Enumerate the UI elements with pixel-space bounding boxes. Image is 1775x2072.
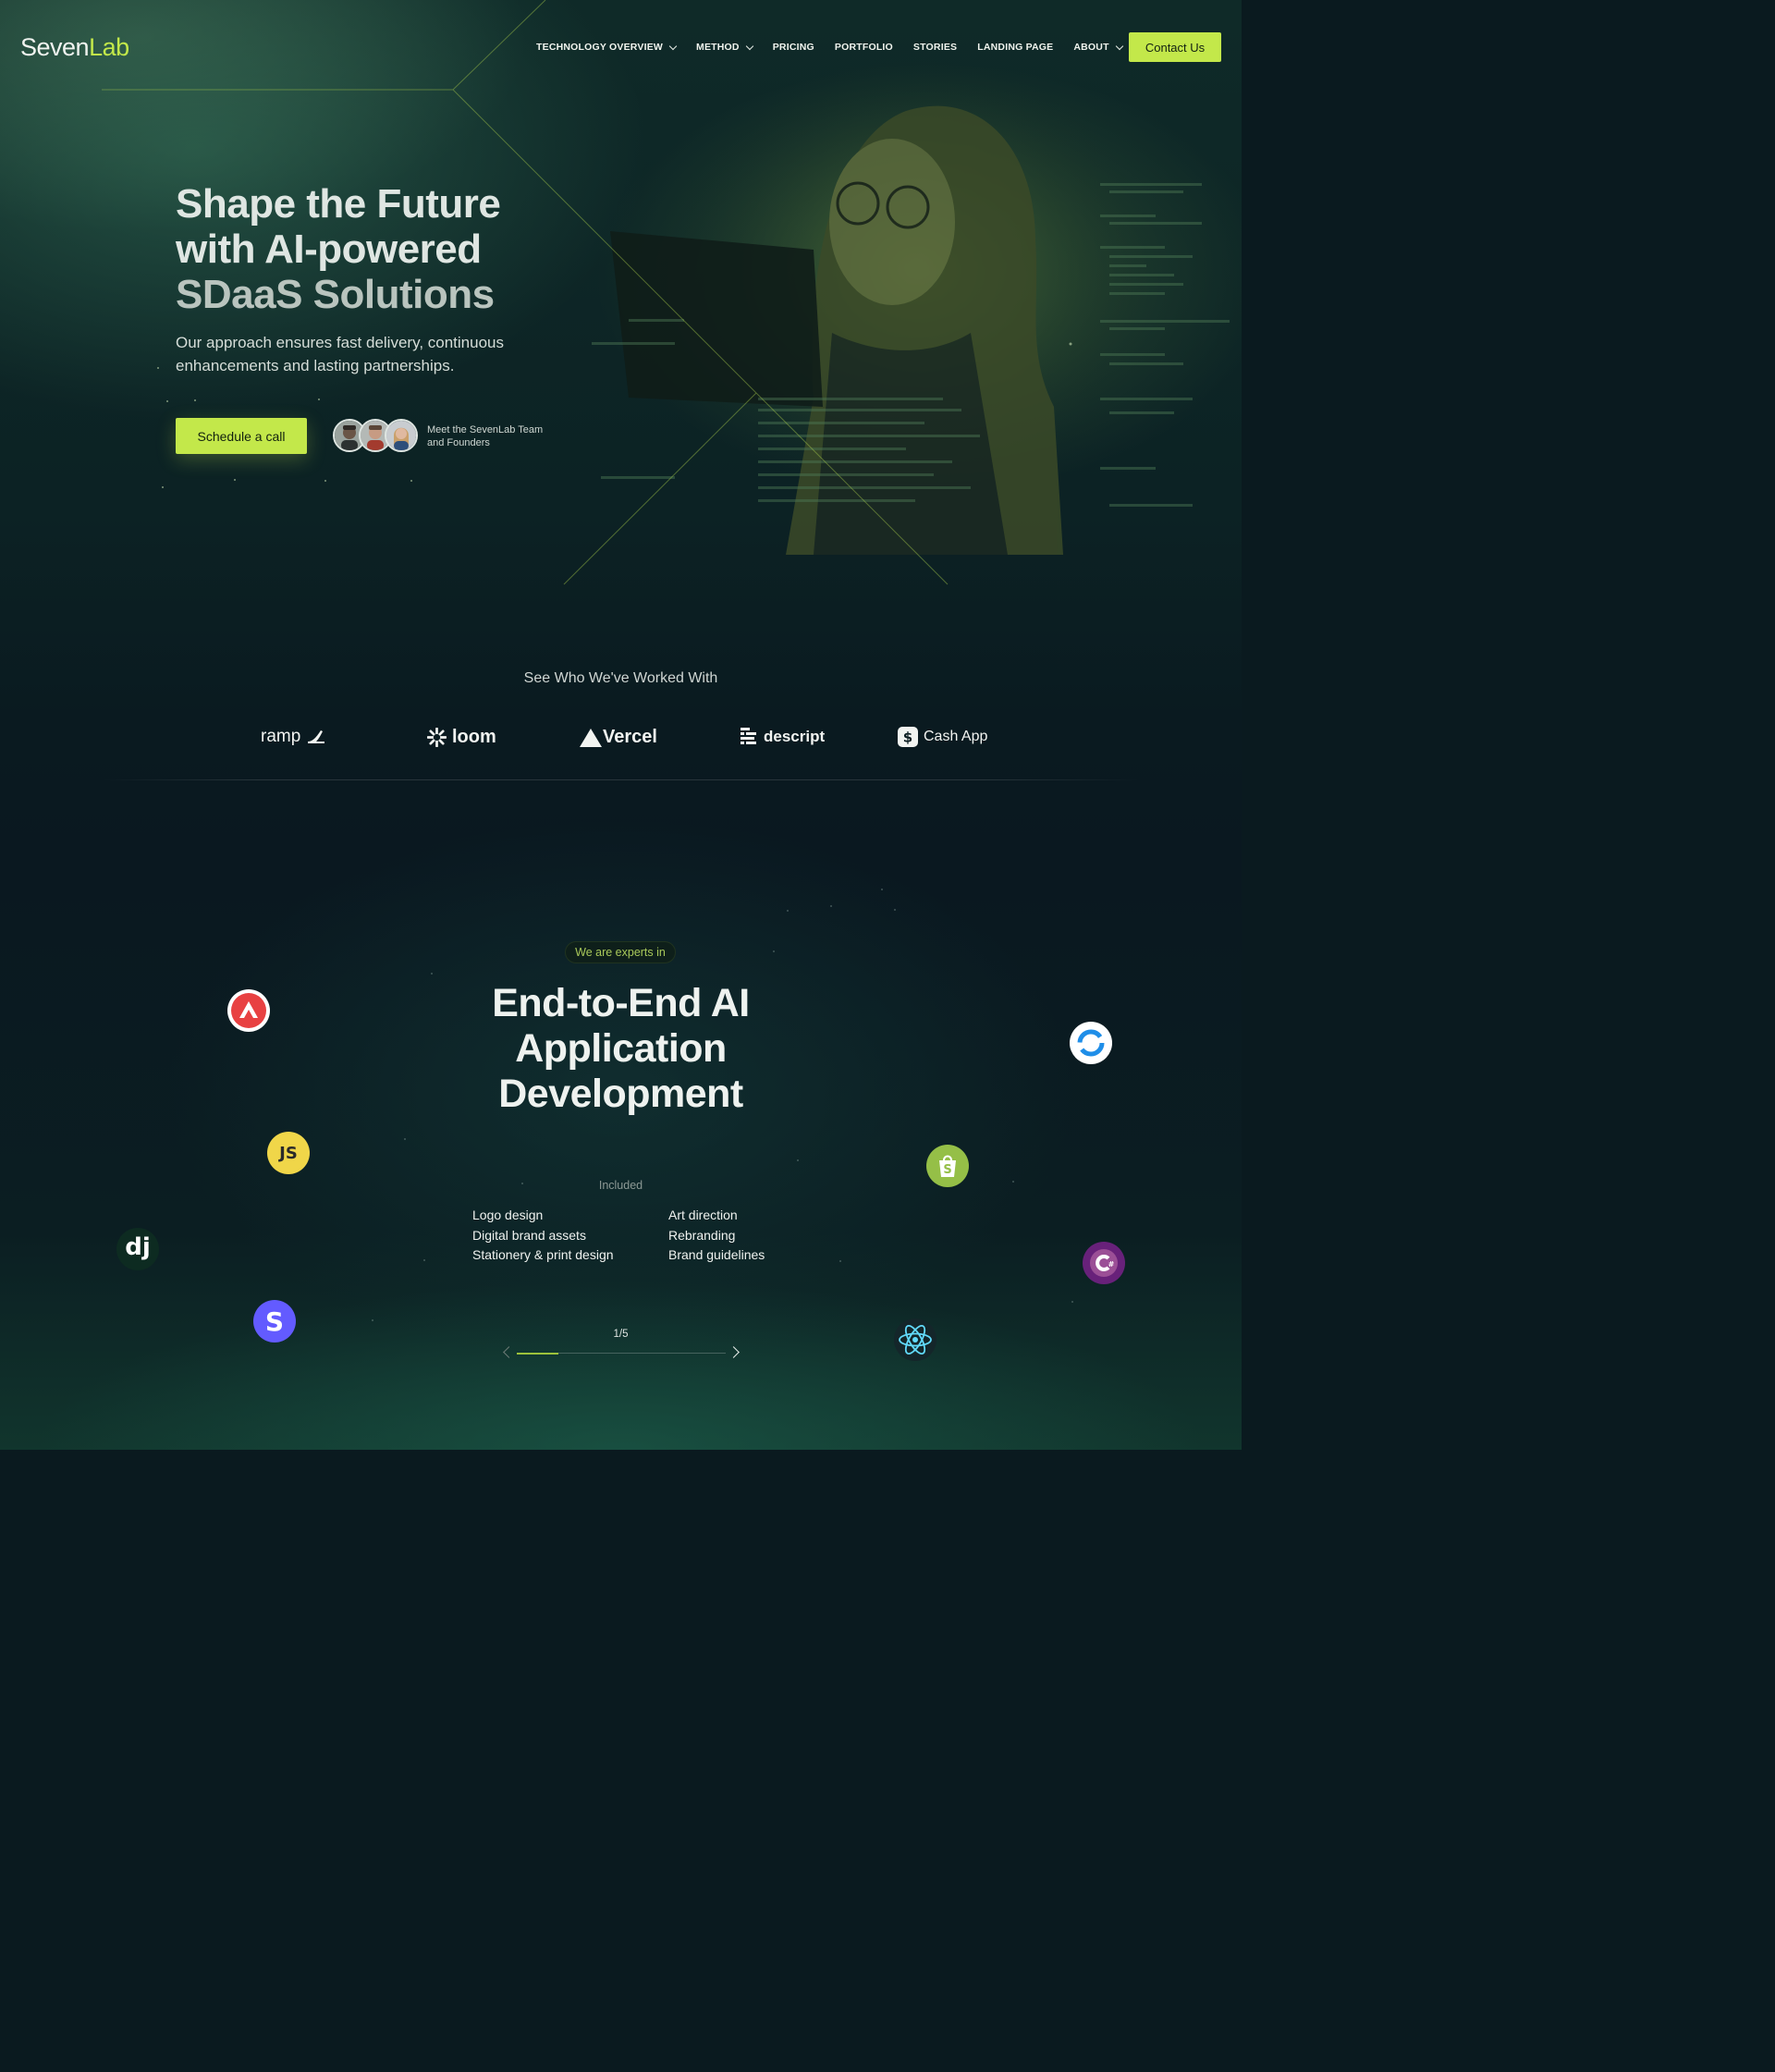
descript-icon [741,728,756,744]
included-item: Art direction [668,1208,738,1222]
expertise-title-line: Development [498,1072,743,1116]
hero-title-line: Shape the Future [176,181,501,227]
client-name: descript [764,728,826,745]
client-name: loom [452,727,496,747]
client-logos: ramp loom Vercel descript $ Cash App [0,727,1242,751]
main-nav: TECHNOLOGY OVERVIEW METHOD PRICING PORTF… [536,42,1123,53]
hero-title-line: with AI-powered [176,227,482,272]
nav-stories[interactable]: STORIES [913,42,957,53]
avatar [385,419,418,452]
nav-label: METHOD [696,42,740,53]
team-avatars[interactable] [333,419,418,452]
chevron-down-icon [1115,42,1123,50]
included-item: Digital brand assets [472,1227,586,1243]
nav-label: TECHNOLOGY OVERVIEW [536,42,664,53]
sync-icon [1070,1022,1112,1064]
included-list-left: Logo design Digital brand assets Station… [472,1206,614,1266]
avalanche-icon [227,989,270,1032]
javascript-icon: JS [267,1132,310,1174]
experts-pill: We are experts in [565,941,676,963]
nav-label: PRICING [772,42,814,53]
clients-title: See Who We've Worked With [523,670,718,686]
client-logo-loom: loom [427,727,496,748]
site-logo[interactable]: SevenLab [20,33,129,62]
slide-progress-track [517,1352,726,1355]
client-logo-ramp: ramp [261,727,326,747]
csharp-icon: # [1083,1242,1125,1284]
client-name: ramp [261,727,301,746]
nav-label: ABOUT [1073,42,1109,53]
svg-text:#: # [1108,1260,1115,1269]
loom-asterisk-icon [427,728,447,747]
django-icon: dj [116,1228,159,1270]
client-logo-cash-app: $ Cash App [898,727,987,747]
client-logo-descript: descript [741,727,825,747]
svg-text:S: S [943,1163,951,1177]
nav-pricing[interactable]: PRICING [773,42,814,53]
client-name: Cash App [924,729,988,744]
client-logo-vercel: Vercel [580,727,657,748]
hero-subtitle: Our approach ensures fast delivery, cont… [176,334,504,374]
nav-label: STORIES [912,42,958,53]
included-list-right: Art direction Rebranding Brand guideline… [668,1206,765,1266]
hero-title: Shape the Future with AI-powered SDaaS S… [176,181,564,317]
svg-text:$: $ [903,729,912,746]
included-item: Stationery & print design [472,1247,614,1262]
expertise-title-line: End-to-End AI [492,981,750,1025]
hero-title-line: SDaaS Solutions [176,272,495,317]
nav-about[interactable]: ABOUT [1073,42,1123,53]
client-name: Vercel [603,727,657,747]
nav-portfolio[interactable]: PORTFOLIO [835,42,893,53]
included-item: Logo design [472,1208,544,1222]
nav-label: PORTFOLIO [834,42,893,53]
logo-text-lab: Lab [89,33,129,61]
schedule-call-button[interactable]: Schedule a call [176,418,307,454]
expertise-title: End-to-End AI Application Development [0,981,1242,1117]
vercel-triangle-icon [580,728,602,747]
chevron-down-icon [668,42,678,50]
included-item: Brand guidelines [668,1247,765,1262]
slide-counter: 1/5 [613,1329,629,1340]
cash-app-icon: $ [898,727,918,747]
logo-text-seven: Seven [20,33,90,61]
stripe-icon: S [253,1300,296,1343]
slide-progress-fill [517,1352,559,1355]
nav-technology-overview[interactable]: TECHNOLOGY OVERVIEW [536,42,678,53]
included-item: Rebranding [668,1227,736,1243]
team-link-text[interactable]: Meet the SevenLab Team and Founders [427,423,547,449]
ramp-icon [308,730,325,743]
expertise-title-line: Application [515,1026,727,1071]
nav-landing-page[interactable]: LANDING PAGE [977,42,1053,53]
section-divider [102,779,1140,780]
chevron-down-icon [745,42,753,50]
included-label: Included [598,1179,643,1192]
react-icon [894,1318,936,1361]
nav-label: LANDING PAGE [977,42,1054,53]
contact-us-button[interactable]: Contact Us [1129,32,1221,62]
nav-method[interactable]: METHOD [696,42,753,53]
shopify-icon: S [926,1145,969,1187]
